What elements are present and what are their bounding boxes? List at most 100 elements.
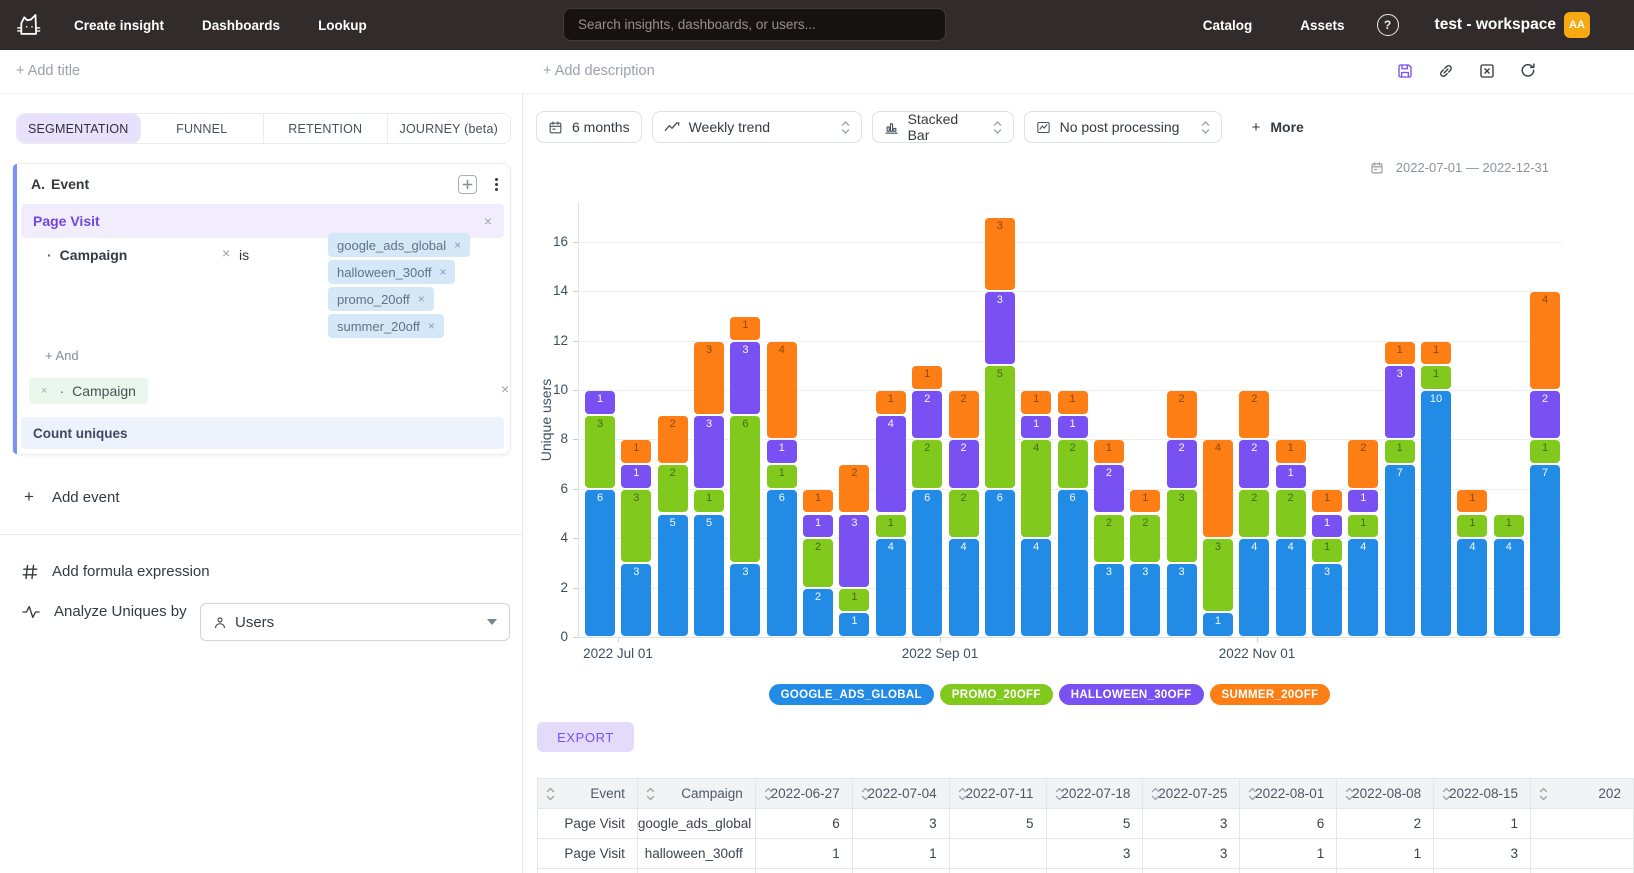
- column-header-2022-07-25[interactable]: 2022-07-25: [1143, 779, 1240, 809]
- bar-value-label: 3: [1167, 566, 1197, 578]
- remove-chip-icon[interactable]: ×: [454, 239, 461, 251]
- bar-value-label: 1: [1457, 517, 1487, 529]
- add-event-button[interactable]: + Add event: [24, 487, 120, 507]
- column-header-2022-08-08[interactable]: 2022-08-08: [1337, 779, 1434, 809]
- add-filter-icon[interactable]: [458, 175, 477, 194]
- export-button[interactable]: EXPORT: [537, 722, 634, 752]
- column-header-2022-07-18[interactable]: 2022-07-18: [1047, 779, 1144, 809]
- nav-item-create-insight[interactable]: Create insight: [74, 18, 164, 33]
- post-processing-select[interactable]: No post processing: [1024, 111, 1222, 143]
- refresh-icon[interactable]: [1519, 62, 1537, 80]
- table-cell: [1143, 869, 1240, 873]
- bar-segment-promo-20off: 2: [1239, 490, 1269, 537]
- bar-segment-promo-20off: 2: [1094, 515, 1124, 562]
- column-header-2022-08-01[interactable]: 2022-08-01: [1240, 779, 1337, 809]
- date-range-display: 2022-07-01 — 2022-12-31: [1370, 160, 1549, 175]
- add-title-placeholder[interactable]: + Add title: [16, 63, 80, 79]
- bar-segment-google-ads-global: 3: [1094, 564, 1124, 636]
- bar-segment-promo-20off: 3: [621, 490, 651, 562]
- bar-value-label: 2: [1094, 517, 1124, 529]
- aggregation-select[interactable]: Count uniques: [21, 417, 504, 449]
- chart-type-select[interactable]: Stacked Bar: [872, 111, 1014, 143]
- y-tick-label: 14: [536, 283, 568, 298]
- nav-item-dashboards[interactable]: Dashboards: [202, 18, 280, 33]
- remove-filter-icon[interactable]: ×: [222, 246, 230, 260]
- remove-chip-icon[interactable]: ×: [418, 293, 425, 305]
- chevron-updown-icon: [1201, 120, 1210, 135]
- plus-icon: +: [24, 487, 34, 507]
- bar-value-label: 1: [803, 517, 833, 529]
- bar-value-label: 2: [1239, 442, 1269, 454]
- sort-icon: [1248, 787, 1257, 801]
- more-button[interactable]: + More: [1252, 119, 1304, 136]
- legend-pill-halloween-30off[interactable]: HALLOWEEN_30OFF: [1059, 684, 1204, 705]
- filter-property[interactable]: ·Campaign: [47, 247, 127, 263]
- tab-funnel[interactable]: FUNNEL: [141, 114, 265, 143]
- nav-item-lookup[interactable]: Lookup: [318, 18, 367, 33]
- remove-chip-icon[interactable]: ×: [428, 320, 435, 332]
- add-formula-button[interactable]: Add formula expression: [22, 563, 210, 580]
- add-description-placeholder[interactable]: + Add description: [543, 63, 655, 79]
- user-avatar[interactable]: AA: [1564, 12, 1590, 38]
- bar-value-label: 1: [1312, 541, 1342, 553]
- filter-chip-summer-20off[interactable]: summer_20off×: [328, 314, 444, 338]
- close-box-icon[interactable]: [1478, 62, 1496, 80]
- nav-item-assets[interactable]: Assets: [1300, 18, 1344, 33]
- bar-segment-promo-20off: 1: [694, 490, 724, 513]
- tab-journey-beta[interactable]: JOURNEY (beta): [388, 114, 511, 143]
- bar-segment-halloween-30off: 1: [621, 465, 651, 488]
- bar-segment-google-ads-global: 4: [1457, 539, 1487, 636]
- workspace-name[interactable]: test - workspace: [1435, 16, 1556, 34]
- filter-chip-google-ads-global[interactable]: google_ads_global×: [328, 233, 470, 257]
- app-logo-cat-icon[interactable]: [12, 12, 46, 38]
- tab-retention[interactable]: RETENTION: [264, 114, 388, 143]
- legend-pill-summer-20off[interactable]: SUMMER_20OFF: [1210, 684, 1331, 705]
- bar-value-label: 4: [1348, 541, 1378, 553]
- column-header-202[interactable]: 202: [1531, 779, 1634, 809]
- save-icon[interactable]: [1396, 62, 1414, 80]
- column-header-2022-07-11[interactable]: 2022-07-11: [950, 779, 1047, 809]
- help-icon[interactable]: ?: [1377, 14, 1399, 36]
- breakdown-chip[interactable]: × · Campaign: [29, 378, 148, 404]
- clear-breakdown-icon[interactable]: ×: [501, 382, 509, 396]
- event-card: A. Event Page Visit × ·Campaign × is goo…: [12, 163, 511, 455]
- filter-operator[interactable]: is: [239, 247, 249, 263]
- remove-chip-icon[interactable]: ×: [439, 266, 446, 278]
- column-header-event[interactable]: Event: [538, 779, 638, 809]
- sort-icon: [1151, 787, 1160, 801]
- event-menu-icon[interactable]: [495, 178, 498, 191]
- filter-chip-promo-20off[interactable]: promo_20off×: [328, 287, 434, 311]
- post-processing-icon: [1036, 120, 1051, 135]
- date-range-button[interactable]: 6 months: [536, 111, 642, 143]
- tab-segmentation[interactable]: SEGMENTATION: [17, 114, 141, 143]
- bar-segment-promo-20off: 3: [585, 416, 615, 488]
- remove-breakdown-icon[interactable]: ×: [41, 386, 47, 397]
- filter-chip-halloween-30off[interactable]: halloween_30off×: [328, 260, 455, 284]
- remove-event-icon[interactable]: ×: [484, 214, 492, 228]
- legend-pill-promo-20off[interactable]: PROMO_20OFF: [940, 684, 1053, 705]
- legend-pill-google-ads-global[interactable]: GOOGLE_ADS_GLOBAL: [769, 684, 934, 705]
- column-header-campaign[interactable]: Campaign: [638, 779, 756, 809]
- table-cell: 3: [1047, 839, 1144, 869]
- bar-value-label: 2: [1239, 393, 1269, 405]
- bar-segment-summer-20off: 2: [1239, 391, 1269, 438]
- column-header-2022-08-15[interactable]: 2022-08-15: [1434, 779, 1531, 809]
- bar-value-label: 2: [839, 467, 869, 479]
- table-cell: 1: [1240, 839, 1337, 869]
- x-tick-label: 2022 Nov 01: [1219, 646, 1296, 661]
- column-header-2022-07-04[interactable]: 2022-07-04: [853, 779, 950, 809]
- table-cell: 1: [1434, 809, 1531, 839]
- column-header-2022-06-27[interactable]: 2022-06-27: [756, 779, 853, 809]
- analyze-by-select[interactable]: Users: [200, 603, 510, 641]
- bar-value-label: 3: [585, 418, 615, 430]
- table-cell: 3: [1143, 809, 1240, 839]
- link-icon[interactable]: [1437, 62, 1455, 80]
- bar-segment-summer-20off: 1: [1021, 391, 1051, 414]
- add-and-condition[interactable]: + And: [45, 348, 79, 363]
- bar-segment-promo-20off: 3: [1203, 539, 1233, 611]
- nav-item-catalog[interactable]: Catalog: [1203, 18, 1253, 33]
- bar-value-label: 3: [1312, 566, 1342, 578]
- bar-value-label: 3: [1094, 566, 1124, 578]
- global-search-input[interactable]: [563, 8, 946, 41]
- trend-select[interactable]: Weekly trend: [652, 111, 862, 143]
